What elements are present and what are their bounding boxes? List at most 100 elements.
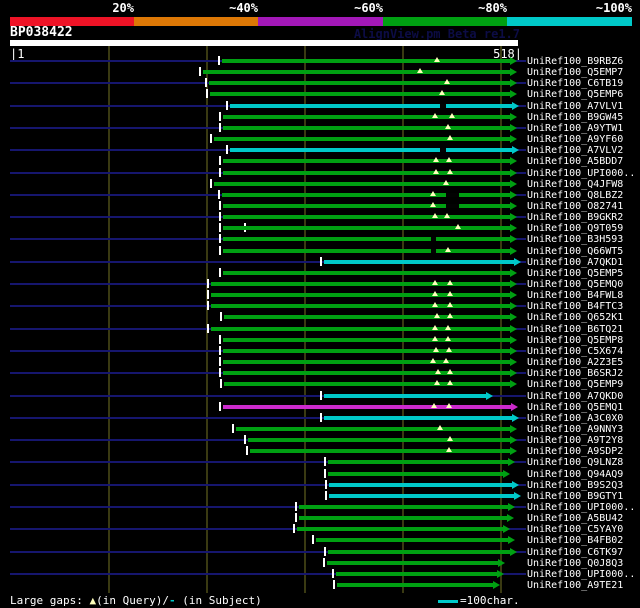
hit-bar[interactable] [224,315,510,319]
hit-label[interactable]: UniRef100_A2Z3E5 [527,357,623,368]
hit-label[interactable]: UniRef100_B6SRJ2 [527,368,623,379]
hit-bar[interactable] [223,249,510,253]
hit-bar[interactable] [297,527,503,531]
hit-bar[interactable] [223,271,510,275]
hit-bar[interactable] [211,282,510,286]
hit-bar[interactable] [299,505,508,509]
hit-label[interactable]: UniRef100_A9TE21 [527,580,623,591]
hit-label[interactable]: UniRef100_Q66WT5 [527,246,623,257]
hit-bar[interactable] [209,81,510,85]
hit-label[interactable]: UniRef100_A5BU42 [527,513,623,524]
query-gap-triangle-icon [447,169,453,174]
hit-label[interactable]: UniRef100_Q0J8Q3 [527,558,623,569]
hit-label[interactable]: UniRef100_B4FTC3 [527,301,623,312]
hit-label[interactable]: UniRef100_A9NNY3 [527,424,623,435]
hit-bar[interactable] [329,483,512,487]
hit-bar[interactable] [250,449,510,453]
hit-bar[interactable] [214,182,510,186]
hit-bar[interactable] [236,427,510,431]
hit-bar[interactable] [327,561,498,565]
hit-label[interactable]: UniRef100_Q5EMP7 [527,67,623,78]
hit-bar[interactable] [223,237,510,241]
hit-bar[interactable] [328,550,510,554]
hit-bar[interactable] [316,538,508,542]
hit-bar[interactable] [222,59,510,63]
hit-bar[interactable] [223,371,510,375]
hit-bar[interactable] [324,416,512,420]
hit-bar[interactable] [211,293,510,297]
hit-label[interactable]: UniRef100_C5YAY0 [527,524,623,535]
hit-bar[interactable] [223,115,510,119]
hit-bar[interactable] [223,159,510,163]
hit-bar[interactable] [210,92,510,96]
hit-label[interactable]: UniRef100_Q5EMQ1 [527,402,623,413]
hit-bar[interactable] [223,126,510,130]
hit-label[interactable]: UniRef100_Q94AQ9 [527,469,623,480]
hit-label[interactable]: UniRef100_A9T2Y8 [527,435,623,446]
hit-label[interactable]: UniRef100_Q652K1 [527,312,623,323]
hit-bar[interactable] [211,327,510,331]
hit-label[interactable]: UniRef100_Q5EMP9 [527,379,623,390]
hit-start-tick [199,67,201,76]
hit-bar[interactable] [328,472,503,476]
hit-label[interactable]: UniRef100_UPI000.. [527,502,635,513]
hit-label[interactable]: UniRef100_A7VLV2 [527,145,623,156]
hit-label[interactable]: UniRef100_B3H593 [527,234,623,245]
hit-label[interactable]: UniRef100_A9YF60 [527,134,623,145]
hit-label[interactable]: UniRef100_B9GKR2 [527,212,623,223]
hit-bar[interactable] [223,338,510,342]
hit-arrowhead-icon [510,269,517,277]
hit-label[interactable]: UniRef100_UPI000.. [527,569,635,580]
hit-label[interactable]: UniRef100_A3C0X0 [527,413,623,424]
hit-bar[interactable] [223,171,510,175]
hit-label[interactable]: UniRef100_B9RBZ6 [527,56,623,67]
hit-bar[interactable] [324,260,514,264]
hit-bar[interactable] [203,70,510,74]
hit-label[interactable]: UniRef100_B9GTY1 [527,491,623,502]
hit-label[interactable]: UniRef100_B9GW45 [527,112,623,123]
hit-bar[interactable] [211,304,510,308]
hit-label[interactable]: UniRef100_B4FB02 [527,535,623,546]
hit-label[interactable]: UniRef100_B6TQ21 [527,324,623,335]
hit-label[interactable]: UniRef100_Q5EMQ0 [527,279,623,290]
hit-bar[interactable] [224,382,510,386]
hit-label[interactable]: UniRef100_A9YTW1 [527,123,623,134]
hit-label[interactable]: UniRef100_Q4JFW8 [527,179,623,190]
hit-bar[interactable] [223,405,511,409]
query-bar [10,40,518,46]
hit-bar[interactable] [328,460,508,464]
hit-label[interactable]: UniRef100_A7VLV1 [527,101,623,112]
hit-label[interactable]: UniRef100_Q5EMP6 [527,89,623,100]
hit-label[interactable]: UniRef100_C5X674 [527,346,623,357]
hit-bar[interactable] [223,204,510,208]
hit-label[interactable]: UniRef100_Q8LBZ2 [527,190,623,201]
hit-label[interactable]: UniRef100_B4FWL8 [527,290,623,301]
hit-bar[interactable] [337,583,493,587]
hit-label[interactable]: UniRef100_A7QKD0 [527,391,623,402]
hit-bar[interactable] [214,137,510,141]
hit-bar[interactable] [222,193,510,197]
hit-label[interactable]: UniRef100_A5BDD7 [527,156,623,167]
hit-bar[interactable] [223,360,510,364]
hit-label[interactable]: UniRef100_O82741 [527,201,623,212]
hit-label[interactable]: UniRef100_Q9T059 [527,223,623,234]
hit-bar[interactable] [223,349,510,353]
hit-label[interactable]: UniRef100_C6TB19 [527,78,623,89]
hit-bar[interactable] [223,226,510,230]
hit-label[interactable]: UniRef100_Q9LNZ8 [527,457,623,468]
hit-label[interactable]: UniRef100_UPI000.. [527,168,635,179]
hit-bar[interactable] [336,572,497,576]
hit-bar[interactable] [299,516,507,520]
hit-bar[interactable] [230,104,512,108]
hit-label[interactable]: UniRef100_A9SDP2 [527,446,623,457]
hit-bar[interactable] [324,394,486,398]
hit-label[interactable]: UniRef100_A7QKD1 [527,257,623,268]
hit-bar[interactable] [230,148,512,152]
hit-label[interactable]: UniRef100_Q5EMP5 [527,268,623,279]
hit-label[interactable]: UniRef100_C6TK97 [527,547,623,558]
hit-label[interactable]: UniRef100_Q5EMP8 [527,335,623,346]
hit-bar[interactable] [248,438,510,442]
hit-bar[interactable] [223,215,510,219]
hit-label[interactable]: UniRef100_B9S2Q3 [527,480,623,491]
hit-bar[interactable] [329,494,514,498]
